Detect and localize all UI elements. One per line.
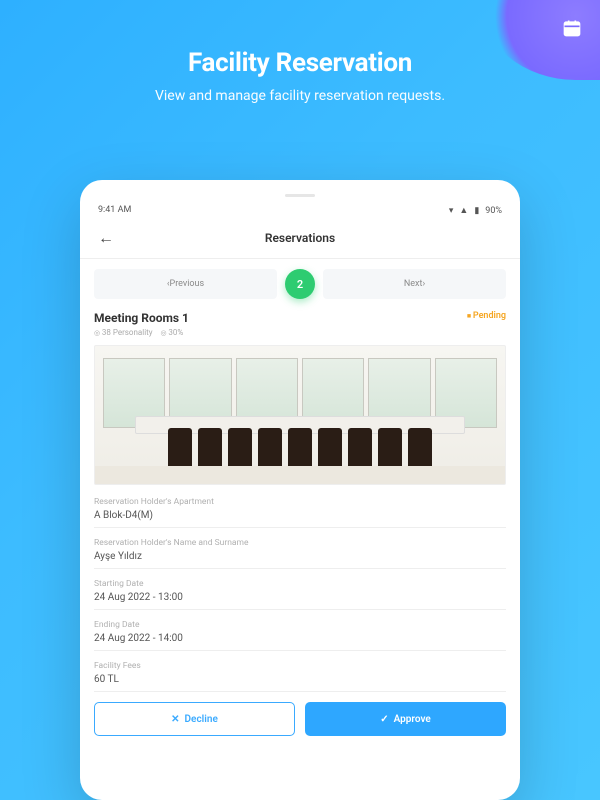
end-date-label: Ending Date [94,620,506,630]
room-title: Meeting Rooms 1 [94,311,189,325]
room-photo [94,345,506,485]
room-capacity: 38 Personality [94,328,153,337]
decline-label: Decline [185,714,218,725]
device-notch [285,194,315,197]
room-occupancy: 30% [161,328,184,337]
holder-name-value: Ayşe Yıldız [94,551,506,569]
check-icon: ✓ [380,714,388,725]
wifi-icon: ▾ [449,206,454,216]
apartment-value: A Blok-D4(M) [94,510,506,528]
previous-label: Previous [170,279,205,289]
status-bar: 9:41 AM ▾ ▲ ▮ 90% [94,205,506,226]
status-badge: Pending [467,311,506,321]
end-date-value: 24 Aug 2022 - 14:00 [94,633,506,651]
back-button[interactable]: ← [98,228,118,248]
apartment-label: Reservation Holder's Apartment [94,497,506,507]
next-button[interactable]: Next › [323,269,506,299]
page-badge: 2 [285,269,315,299]
approve-button[interactable]: ✓ Approve [305,702,506,736]
chevron-right-icon: › [422,279,425,289]
holder-name-label: Reservation Holder's Name and Surname [94,538,506,548]
device-frame: 9:41 AM ▾ ▲ ▮ 90% ← Reservations ‹ Previ… [80,180,520,800]
battery-percent: 90% [485,206,502,216]
decline-button[interactable]: ✕ Decline [94,702,295,736]
calendar-icon [562,18,582,42]
close-icon: ✕ [171,714,179,725]
page-title: Reservations [118,231,482,245]
battery-icon: ▮ [474,206,479,216]
previous-button[interactable]: ‹ Previous [94,269,277,299]
next-label: Next [404,279,423,289]
hero-subtitle: View and manage facility reservation req… [0,88,600,104]
fee-value: 60 TL [94,674,506,692]
signal-icon: ▲ [459,205,468,216]
start-date-value: 24 Aug 2022 - 13:00 [94,592,506,610]
status-time: 9:41 AM [98,205,131,216]
approve-label: Approve [394,714,431,725]
start-date-label: Starting Date [94,579,506,589]
fee-label: Facility Fees [94,661,506,671]
